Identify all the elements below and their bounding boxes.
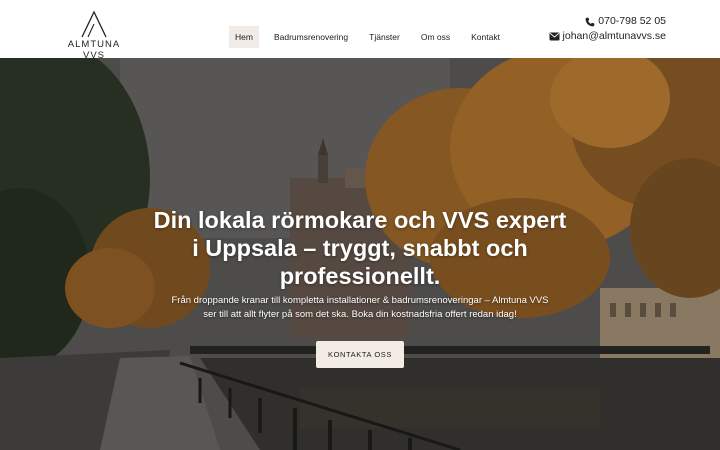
contact-us-button[interactable]: KONTAKTA OSS xyxy=(316,341,404,368)
hero-section: Din lokala rörmokare och VVS expert i Up… xyxy=(0,58,720,450)
nav-item-badrumsrenovering[interactable]: Badrumsrenovering xyxy=(268,26,354,48)
brand-logo[interactable]: ALMTUNA VVS xyxy=(57,10,131,61)
site-header: ALMTUNA VVS Hem Badrumsrenovering Tjänst… xyxy=(0,0,720,61)
nav-item-tjanster[interactable]: Tjänster xyxy=(363,26,406,48)
main-nav: Hem Badrumsrenovering Tjänster Om oss Ko… xyxy=(229,26,515,48)
hero-subtitle: Från droppande kranar till kompletta ins… xyxy=(171,295,549,320)
envelope-icon xyxy=(549,32,560,41)
email-address: johan@almtunavvs.se xyxy=(562,30,666,42)
hero-title: Din lokala rörmokare och VVS expert i Up… xyxy=(153,207,567,289)
phone-link[interactable]: 070-798 52 05 xyxy=(549,14,666,29)
phone-icon xyxy=(585,17,595,26)
phone-number: 070-798 52 05 xyxy=(598,15,666,27)
header-contact: 070-798 52 05 johan@almtunavvs.se xyxy=(549,14,666,44)
brand-name: ALMTUNA VVS xyxy=(67,39,121,61)
nav-item-hem[interactable]: Hem xyxy=(229,26,259,48)
email-link[interactable]: johan@almtunavvs.se xyxy=(549,29,666,44)
logo-mark-icon xyxy=(81,10,107,38)
nav-item-kontakt[interactable]: Kontakt xyxy=(465,26,506,48)
nav-item-om-oss[interactable]: Om oss xyxy=(415,26,456,48)
